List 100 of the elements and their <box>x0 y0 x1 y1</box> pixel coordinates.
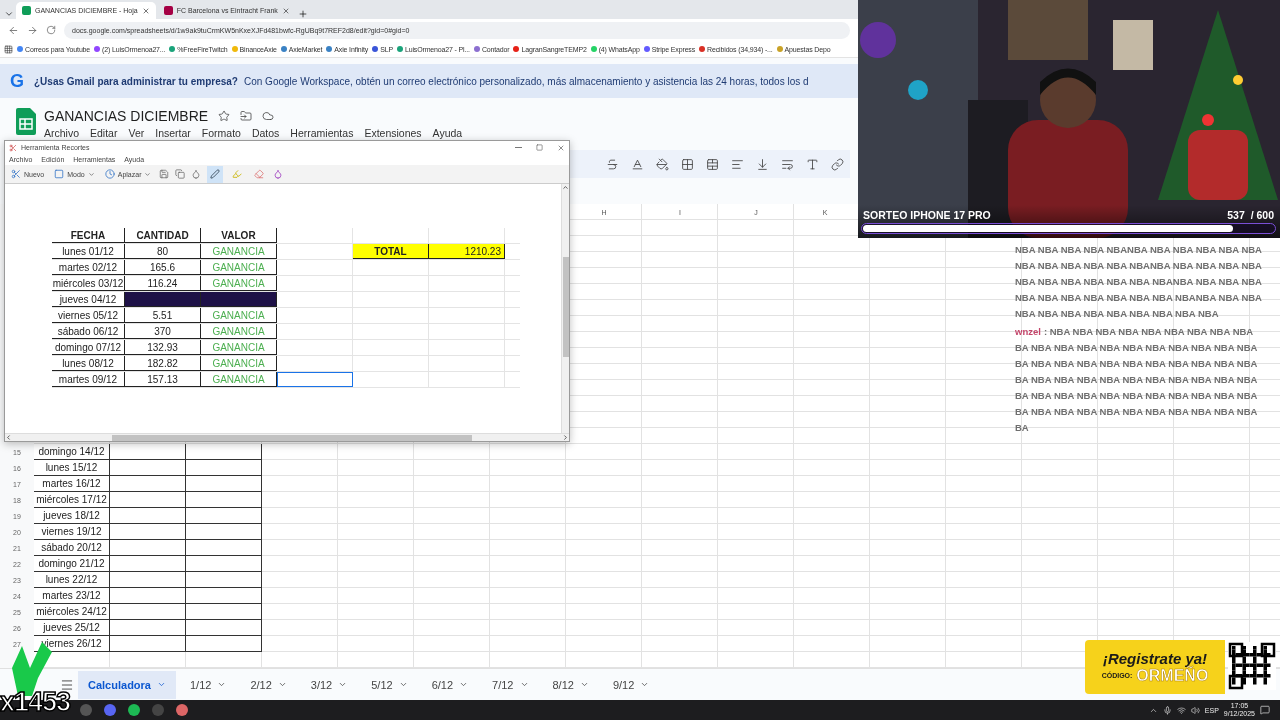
mic-icon[interactable] <box>1162 705 1172 715</box>
sheet-tab[interactable]: 5/12 <box>361 670 418 699</box>
back-icon[interactable] <box>8 24 19 36</box>
paint-drop-icon[interactable] <box>273 169 284 179</box>
text-color-icon[interactable] <box>631 157 644 171</box>
sheet-tab[interactable]: 1/12 <box>179 670 237 699</box>
menu-item[interactable]: Ver <box>128 127 145 139</box>
table-cell: domingo 14/12 <box>34 444 110 460</box>
scroll-right-icon[interactable] <box>562 434 569 441</box>
table-cell: GANANCIA <box>201 324 277 339</box>
save-icon[interactable] <box>159 169 170 179</box>
menu-item[interactable]: Datos <box>251 127 280 139</box>
table-cell: jueves 25/12 <box>34 620 110 636</box>
favicon-icon <box>163 6 173 15</box>
link-icon[interactable] <box>831 157 844 171</box>
forward-icon[interactable] <box>27 24 38 36</box>
table-cell: martes 02/12 <box>52 260 125 275</box>
banner-text: Con Google Workspace, obtén un correo electrónico personalizado, más almacenamiento y asistencia las 24 horas, todos los d <box>244 75 809 87</box>
volume-icon[interactable] <box>1190 705 1200 715</box>
document-title[interactable]: GANANCIAS DICIEMBRE <box>44 108 209 124</box>
table-cell: sábado 20/12 <box>34 540 110 556</box>
all-sheets-icon[interactable] <box>60 677 74 692</box>
sheet-tab[interactable]: Calculadora <box>78 670 176 699</box>
table-cell: lunes 01/12 <box>52 244 125 259</box>
sheet-tab[interactable]: 3/12 <box>300 670 358 699</box>
chat-app-icon[interactable] <box>104 704 116 716</box>
sheet-tab[interactable]: 9/12 <box>602 670 660 699</box>
chat-username: wnzel <box>1015 325 1041 339</box>
menu-item[interactable]: Extensiones <box>364 127 422 139</box>
goal-count: 537 / 600 <box>1227 209 1274 221</box>
menu-item[interactable]: Archivo <box>44 127 79 139</box>
cloud-icon[interactable] <box>262 110 275 122</box>
scroll-up-icon[interactable] <box>562 184 569 191</box>
caret-icon <box>398 680 408 689</box>
table-cell: domingo 07/12 <box>52 340 125 355</box>
star-icon[interactable] <box>218 110 231 122</box>
text-rotation-icon[interactable] <box>806 157 819 171</box>
vertical-align-icon[interactable] <box>756 157 769 171</box>
apps-icon[interactable] <box>4 44 13 54</box>
sheet-tab[interactable]: 6/12 <box>421 670 479 699</box>
task-view-icon[interactable] <box>80 704 92 716</box>
borders-icon[interactable] <box>681 157 694 171</box>
copy-icon[interactable] <box>175 169 186 179</box>
table-cell: 370 <box>125 324 201 339</box>
scroll-left-icon[interactable] <box>5 434 12 441</box>
menu-item[interactable]: Editar <box>90 127 118 139</box>
close-icon[interactable] <box>281 6 290 15</box>
table-cell: 157.13 <box>125 372 201 387</box>
table-cell: lunes 08/12 <box>52 356 125 371</box>
column-header: CANTIDAD <box>125 228 201 243</box>
music-app-icon[interactable] <box>128 704 140 716</box>
banner-question: ¿Usas Gmail para administrar tu empresa? <box>34 75 238 87</box>
text-wrap-icon[interactable] <box>781 157 794 171</box>
table-cell: lunes 22/12 <box>34 572 110 588</box>
pen-tool[interactable] <box>207 165 224 183</box>
selected-cell[interactable] <box>277 372 353 387</box>
caret-icon <box>338 680 348 689</box>
table-cell: 132.93 <box>125 340 201 355</box>
sheet-tab[interactable]: 8/12 <box>542 670 599 699</box>
scrollbar-thumb[interactable] <box>562 257 569 357</box>
table-cell: viernes 05/12 <box>52 308 125 323</box>
menu-item[interactable]: Insertar <box>155 127 191 139</box>
close-icon[interactable] <box>557 143 565 152</box>
sheet-tab[interactable]: 7/12 <box>482 670 539 699</box>
close-icon[interactable] <box>141 6 150 15</box>
menu-item[interactable]: Herramientas <box>290 127 354 139</box>
maximize-icon[interactable] <box>536 144 543 151</box>
table-cell: martes 23/12 <box>34 588 110 604</box>
strikethrough-icon[interactable] <box>606 157 619 171</box>
reload-icon[interactable] <box>46 25 56 35</box>
vertical-scrollbar[interactable] <box>561 184 569 433</box>
chat-text: NBA NBA NBA NBA NBANBA NBA NBA NBA NBA NBA <box>1015 243 1262 257</box>
sheet-tab[interactable]: 2/12 <box>240 670 297 699</box>
chat-text: NBA NBA NBA NBA NBA NBA NBANBA NBA NBA NBA <box>1015 275 1262 289</box>
table-cell: 116.24 <box>125 276 201 291</box>
fill-color-icon[interactable] <box>656 157 669 171</box>
eraser-icon <box>254 169 265 179</box>
caret-icon <box>277 680 287 689</box>
table-cell: GANANCIA <box>201 340 277 355</box>
table-cell: lunes 15/12 <box>34 460 110 476</box>
table-cell: GANANCIA <box>201 372 277 387</box>
rectangle-icon <box>54 169 65 179</box>
scrollbar-thumb[interactable] <box>112 434 472 441</box>
notifications-icon[interactable] <box>1260 705 1270 715</box>
tab-list-icon[interactable] <box>4 9 14 19</box>
new-tab-icon[interactable] <box>297 9 308 19</box>
network-icon[interactable] <box>1176 705 1186 715</box>
chat-text: NBA NBA NBA NBA NBA NBA NBA NBA NBA <box>1015 307 1219 321</box>
chat-text: : NBA NBA NBA NBA NBA NBA NBA NBA NBA <box>1043 325 1254 339</box>
caret-icon <box>640 680 650 689</box>
horizontal-scrollbar[interactable] <box>5 433 569 441</box>
caret-icon <box>459 680 469 689</box>
clock-icon <box>104 169 115 179</box>
snipping-app-icon[interactable] <box>176 704 188 716</box>
menu-item[interactable]: Ayuda <box>432 127 463 139</box>
table-cell: GANANCIA <box>201 276 277 291</box>
move-folder-icon[interactable] <box>240 110 253 122</box>
align-left-icon[interactable] <box>731 157 744 171</box>
merge-cells-icon[interactable] <box>706 157 719 171</box>
menu-item[interactable]: Formato <box>201 127 241 139</box>
